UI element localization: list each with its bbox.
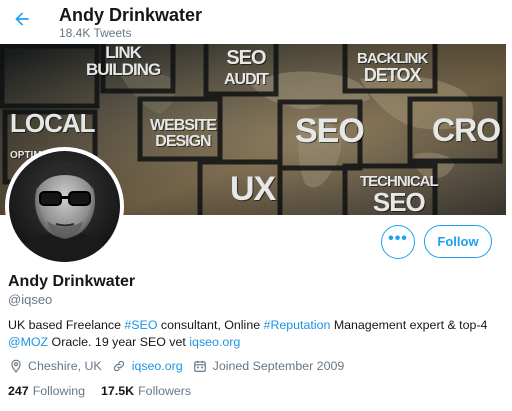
bio-text: Oracle. 19 year SEO vet xyxy=(48,335,190,349)
banner-word-backlink-detox: BACKLINK DETOX xyxy=(357,50,428,85)
location-text: Cheshire, UK xyxy=(28,359,102,373)
mention-link[interactable]: @MOZ xyxy=(8,335,48,349)
link-icon xyxy=(112,359,127,374)
followers-link[interactable]: 17.5K Followers xyxy=(101,384,191,398)
hashtag-link[interactable]: #Reputation xyxy=(264,318,331,332)
website-link[interactable]: iqseo.org xyxy=(132,359,183,373)
more-icon: ••• xyxy=(388,230,408,247)
profile-meta: Cheshire, UK iqseo.org Joined September … xyxy=(8,357,354,375)
back-button[interactable] xyxy=(9,8,35,34)
followers-count: 17.5K xyxy=(101,383,135,398)
profile-bio: UK based Freelance #SEO consultant, Onli… xyxy=(8,317,502,351)
following-link[interactable]: 247 Following xyxy=(8,384,85,398)
avatar[interactable] xyxy=(5,147,124,266)
bio-website-link[interactable]: iqseo.org xyxy=(189,335,240,349)
banner-word-cro: CRO xyxy=(432,112,501,148)
banner-word-link-building: LINK BUILDING xyxy=(86,44,161,79)
follow-button[interactable]: Follow xyxy=(424,225,492,258)
avatar-photo xyxy=(9,151,120,262)
bio-text: Management expert & top-4 xyxy=(330,318,488,332)
website-item[interactable]: iqseo.org xyxy=(112,359,183,374)
banner-word-website-design: WEBSITE DESIGN xyxy=(150,117,217,150)
location-pin-icon xyxy=(8,359,23,374)
profile-stats: 247 Following 17.5K Followers xyxy=(8,382,207,399)
location-item: Cheshire, UK xyxy=(8,359,102,374)
arrow-left-icon xyxy=(12,9,32,34)
followers-label: Followers xyxy=(138,383,192,398)
joined-text: Joined September 2009 xyxy=(212,359,345,373)
profile-header: Andy Drinkwater 18.4K Tweets xyxy=(0,0,512,44)
joined-item: Joined September 2009 xyxy=(193,359,345,374)
banner-word-ux: UX xyxy=(230,170,276,208)
bio-text: UK based Freelance xyxy=(8,318,125,332)
banner-word-seo: SEO xyxy=(295,112,365,150)
calendar-icon xyxy=(193,359,208,374)
more-button[interactable]: ••• xyxy=(381,225,415,259)
header-title: Andy Drinkwater xyxy=(59,5,203,25)
tweet-count: 18.4K Tweets xyxy=(59,26,132,40)
hashtag-link[interactable]: #SEO xyxy=(124,318,157,332)
profile-handle: @iqseo xyxy=(8,292,53,307)
following-count: 247 xyxy=(8,383,29,398)
banner-word-technical-seo: TECHNICAL SEO xyxy=(360,173,439,215)
bio-text: consultant, Online xyxy=(157,318,264,332)
profile-name: Andy Drinkwater xyxy=(8,273,136,290)
banner-word-seo-audit: SEO AUDIT xyxy=(224,47,269,88)
following-label: Following xyxy=(32,383,86,398)
